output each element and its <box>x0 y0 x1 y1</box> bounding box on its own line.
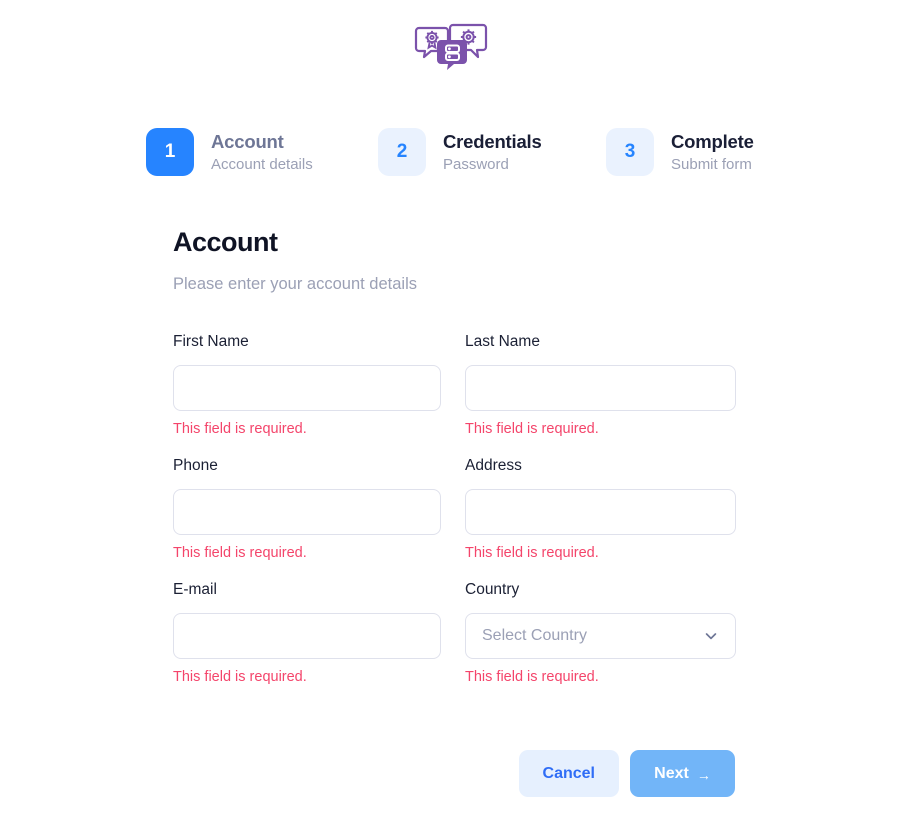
address-input[interactable] <box>465 489 736 535</box>
step-number-badge-3: 3 <box>606 128 654 176</box>
field-email: E-mail This field is required. <box>173 580 441 687</box>
step-text-1: Account Account details <box>211 130 313 175</box>
app-logo <box>0 14 903 76</box>
field-address: Address This field is required. <box>465 456 736 563</box>
error-email: This field is required. <box>173 669 307 685</box>
step-title-2: Credentials <box>443 130 542 152</box>
stepper-step-credentials[interactable]: 2 Credentials Password <box>378 128 606 176</box>
arrow-right-icon: → <box>696 766 711 783</box>
page-title: Account <box>173 227 278 257</box>
step-text-2: Credentials Password <box>443 130 542 175</box>
step-title-3: Complete <box>671 130 754 152</box>
chat-bubbles-gear-server-icon <box>414 23 487 70</box>
account-form-panel: Account Please enter your account detail… <box>173 225 736 704</box>
error-country: This field is required. <box>465 669 599 685</box>
label-country: Country <box>465 581 520 598</box>
step-number-badge-2: 2 <box>378 128 426 176</box>
step-subtitle-2: Password <box>443 155 509 173</box>
phone-input[interactable] <box>173 489 441 535</box>
stepper-step-complete[interactable]: 3 Complete Submit form <box>606 128 836 176</box>
field-last-name: Last Name This field is required. <box>465 332 736 439</box>
wizard-stepper: 1 Account Account details 2 Credentials … <box>146 128 858 176</box>
country-select-value: Select Country <box>482 627 587 644</box>
page-subtitle: Please enter your account details <box>173 275 417 293</box>
next-button-label: Next <box>654 764 689 782</box>
error-last-name: This field is required. <box>465 421 599 437</box>
label-first-name: First Name <box>173 333 249 350</box>
error-address: This field is required. <box>465 545 599 561</box>
first-name-input[interactable] <box>173 365 441 411</box>
step-subtitle-3: Submit form <box>671 155 752 173</box>
step-title-1: Account <box>211 130 284 152</box>
field-country: Country Select Country This field is req… <box>465 580 736 687</box>
next-button[interactable]: Next → <box>630 750 735 797</box>
field-first-name: First Name This field is required. <box>173 332 441 439</box>
label-address: Address <box>465 457 522 474</box>
error-phone: This field is required. <box>173 545 307 561</box>
email-input[interactable] <box>173 613 441 659</box>
error-first-name: This field is required. <box>173 421 307 437</box>
chevron-down-icon <box>703 628 719 644</box>
label-phone: Phone <box>173 457 218 474</box>
stepper-step-account[interactable]: 1 Account Account details <box>146 128 378 176</box>
account-form-grid: First Name This field is required. Last … <box>173 332 736 704</box>
country-select-wrap: Select Country <box>465 613 736 659</box>
last-name-input[interactable] <box>465 365 736 411</box>
step-text-3: Complete Submit form <box>671 130 754 175</box>
country-select[interactable]: Select Country <box>465 613 736 659</box>
form-actions: Cancel Next → <box>173 750 735 797</box>
label-last-name: Last Name <box>465 333 540 350</box>
step-subtitle-1: Account details <box>211 155 313 173</box>
label-email: E-mail <box>173 581 217 598</box>
cancel-button[interactable]: Cancel <box>518 750 619 797</box>
field-phone: Phone This field is required. <box>173 456 441 563</box>
step-number-badge-1: 1 <box>146 128 194 176</box>
